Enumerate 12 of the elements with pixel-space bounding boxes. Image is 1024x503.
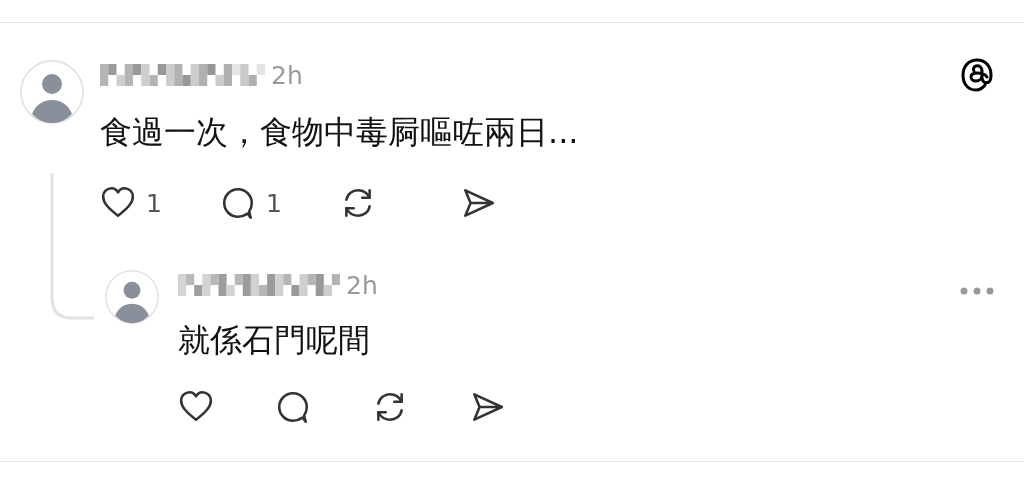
more-icon[interactable] [960,287,994,295]
speech-bubble-icon[interactable] [220,185,256,221]
post-text: 食過一次，食物中毒屙嘔咗兩日... [100,112,580,152]
logo-icon[interactable] [960,57,994,93]
post-text: 就係石門呢間 [178,320,371,360]
count: 1 [266,188,282,218]
post-time: 2h [271,60,303,90]
count: 1 [146,188,162,218]
avatar[interactable] [105,270,159,324]
speech-bubble-icon[interactable] [275,389,311,425]
post-time: 2h [346,270,378,300]
avatar[interactable] [20,60,84,124]
